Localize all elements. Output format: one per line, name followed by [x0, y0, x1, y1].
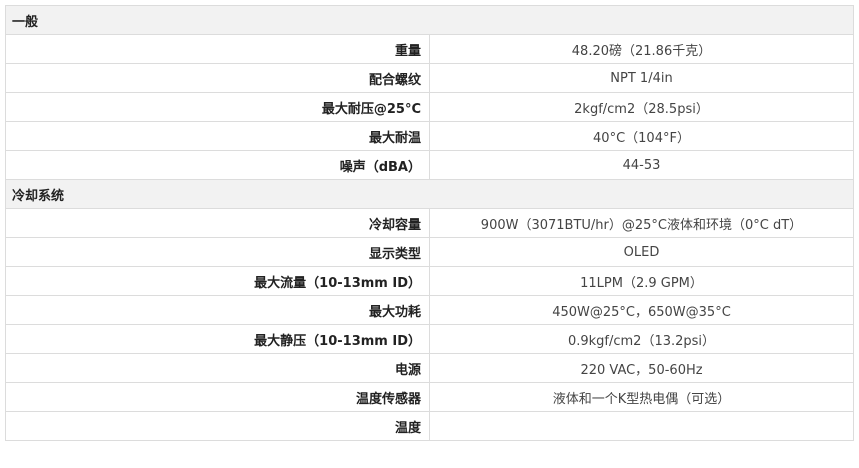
row-label: 冷却容量	[5, 208, 430, 238]
row-label: 最大耐温	[5, 121, 430, 151]
row-label: 最大功耗	[5, 295, 430, 325]
row-value: 900W（3071BTU/hr）@25°C液体和环境（0°C dT）	[429, 208, 854, 238]
row-label: 噪声（dBA）	[5, 150, 430, 180]
row-label: 显示类型	[5, 237, 430, 267]
table-row: 冷却容量 900W（3071BTU/hr）@25°C液体和环境（0°C dT）	[5, 208, 854, 238]
table-row: 噪声（dBA） 44-53	[5, 150, 854, 180]
row-label: 电源	[5, 353, 430, 383]
row-label: 重量	[5, 34, 430, 64]
table-row: 最大静压（10-13mm ID） 0.9kgf/cm2（13.2psi）	[5, 324, 854, 354]
spec-table: 一般 重量 48.20磅（21.86千克） 配合螺纹 NPT 1/4in 最大耐…	[5, 5, 854, 441]
row-label: 最大耐压@25°C	[5, 92, 430, 122]
row-value: OLED	[429, 237, 854, 267]
row-value: 44-53	[429, 150, 854, 180]
table-row: 最大流量（10-13mm ID） 11LPM（2.9 GPM）	[5, 266, 854, 296]
section-header-general: 一般	[5, 5, 854, 35]
table-row: 重量 48.20磅（21.86千克）	[5, 34, 854, 64]
row-value: 220 VAC，50-60Hz	[429, 353, 854, 383]
table-row: 温度传感器 液体和一个K型热电偶（可选）	[5, 382, 854, 412]
table-row: 最大耐温 40°C（104°F）	[5, 121, 854, 151]
row-label: 温度传感器	[5, 382, 430, 412]
table-row: 配合螺纹 NPT 1/4in	[5, 63, 854, 93]
row-label: 配合螺纹	[5, 63, 430, 93]
row-value: 48.20磅（21.86千克）	[429, 34, 854, 64]
table-row: 电源 220 VAC，50-60Hz	[5, 353, 854, 383]
row-value: 450W@25°C，650W@35°C	[429, 295, 854, 325]
section-title: 一般	[5, 5, 854, 35]
row-value: 40°C（104°F）	[429, 121, 854, 151]
row-value: 液体和一个K型热电偶（可选）	[429, 382, 854, 412]
row-label: 最大流量（10-13mm ID）	[5, 266, 430, 296]
row-value: NPT 1/4in	[429, 63, 854, 93]
table-row: 显示类型 OLED	[5, 237, 854, 267]
row-value: 0.9kgf/cm2（13.2psi）	[429, 324, 854, 354]
table-row: 最大耐压@25°C 2kgf/cm2（28.5psi）	[5, 92, 854, 122]
row-label: 温度	[5, 411, 430, 441]
row-label: 最大静压（10-13mm ID）	[5, 324, 430, 354]
table-row: 最大功耗 450W@25°C，650W@35°C	[5, 295, 854, 325]
section-title: 冷却系统	[5, 179, 854, 209]
row-value: 2kgf/cm2（28.5psi）	[429, 92, 854, 122]
row-value	[429, 411, 854, 441]
table-row: 温度	[5, 411, 854, 441]
row-value: 11LPM（2.9 GPM）	[429, 266, 854, 296]
section-header-cooling: 冷却系统	[5, 179, 854, 209]
